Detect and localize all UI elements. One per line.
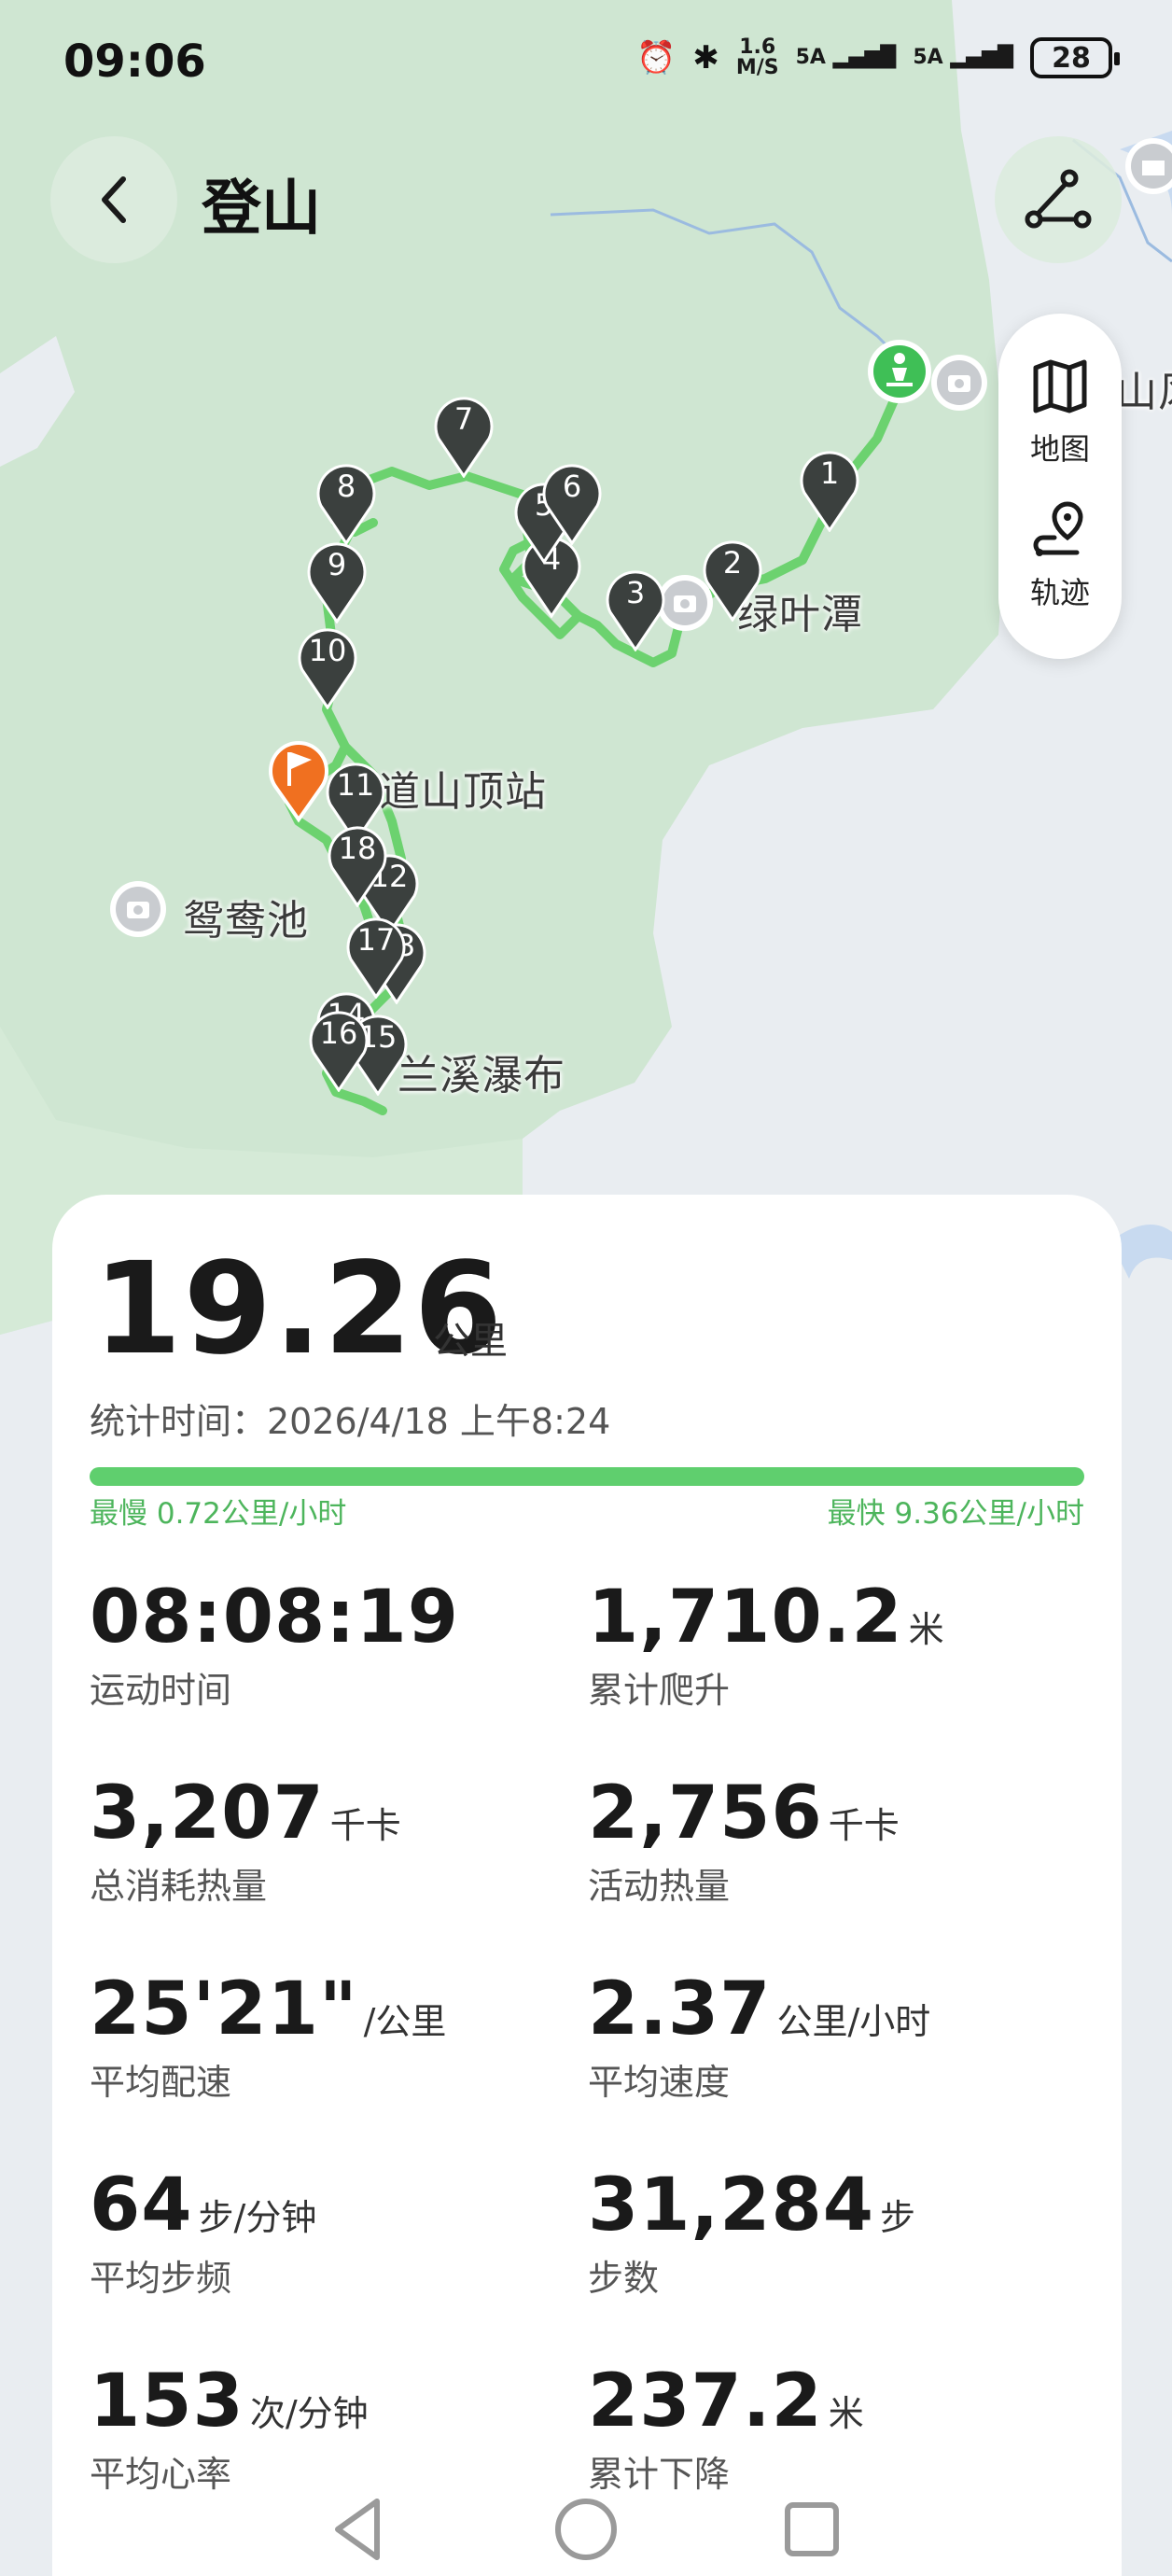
metric-label: 总消耗热量 [90, 1866, 268, 1907]
track-button[interactable]: 轨迹 [1030, 500, 1090, 612]
page-title: 登山 [202, 175, 321, 244]
metric-value: 31,284 [588, 2163, 874, 2247]
metric-unit: 千卡 [329, 1805, 401, 1846]
label-waterfall: 兰溪瀑布 [398, 1052, 565, 1099]
camera-icon[interactable] [108, 879, 168, 939]
waypoint-pin[interactable]: 18 [325, 821, 390, 907]
back-button[interactable] [50, 136, 177, 263]
waypoint-pin[interactable]: 6 [539, 459, 605, 545]
alarm-icon: ⏰ [636, 39, 677, 77]
metric-label: 步数 [588, 2258, 660, 2299]
label-edge: 山风 [1116, 369, 1172, 416]
metric-value: 153 [90, 2359, 244, 2443]
stat-time: 统计时间：2026/4/18 上午8:24 [90, 1401, 611, 1442]
status-icons: ⏰ ✱ 1.6 M/S 5A ▂▄▆█ 5A ▂▄▆█ 28 [636, 35, 1120, 79]
camera-icon[interactable] [929, 353, 989, 413]
metric-unit: 米 [828, 2393, 864, 2434]
label-station: 道山顶站 [379, 768, 547, 816]
metric-value: 3,207 [90, 1771, 325, 1855]
status-bar: 09:06 ⏰ ✱ 1.6 M/S 5A ▂▄▆█ 5A ▂▄▆█ 28 [0, 0, 1172, 131]
metric-active-calories: 2,756 千卡 活动热量 [588, 1771, 1073, 1909]
metric-unit: 次/分钟 [249, 2393, 369, 2434]
track-label: 轨迹 [1029, 575, 1090, 610]
metric-unit: /公里 [363, 2001, 447, 2042]
metric-pace: 25'21"/公里 平均配速 [90, 1967, 575, 2105]
metric-label: 累计爬升 [588, 1670, 731, 1711]
status-time: 09:06 [63, 35, 206, 88]
metric-duration: 08:08:19 运动时间 [90, 1575, 575, 1713]
map-layer-label: 地图 [1029, 431, 1090, 467]
signal-icon: 5A ▂▄▆█ [795, 46, 897, 69]
waypoint-pin[interactable]: 9 [304, 538, 370, 623]
metric-unit: 千卡 [828, 1805, 900, 1846]
speed-range-bar [90, 1467, 1084, 1486]
map-layer-button[interactable]: 地图 [1030, 357, 1090, 469]
metric-unit: 步/分钟 [198, 2197, 317, 2238]
metric-avg-speed: 2.37 公里/小时 平均速度 [588, 1967, 1073, 2105]
map-layer-panel: 地图 轨迹 [998, 314, 1122, 659]
metric-unit: 步 [880, 2197, 916, 2238]
system-nav-bar [0, 2464, 1172, 2576]
metric-cadence: 64 步/分钟 平均步频 [90, 2163, 575, 2301]
metric-value: 2,756 [588, 1771, 823, 1855]
metric-value: 237.2 [588, 2359, 823, 2443]
metric-value: 1,710.2 [588, 1575, 903, 1659]
nav-recents-icon[interactable] [774, 2492, 849, 2567]
metric-label: 平均步频 [90, 2258, 232, 2299]
label-pond: 鸳鸯池 [183, 897, 309, 945]
nav-home-icon[interactable] [549, 2492, 623, 2567]
metric-value: 64 [90, 2163, 193, 2247]
distance-unit: 公里 [433, 1320, 508, 1363]
waypoint-pin[interactable]: 8 [314, 459, 379, 545]
route-button[interactable] [995, 136, 1122, 263]
slowest-speed: 最慢 0.72公里/小时 [90, 1497, 347, 1531]
metric-steps: 31,284 步 步数 [588, 2163, 1073, 2301]
workout-summary-card[interactable]: 19.26 公里 统计时间：2026/4/18 上午8:24 最慢 0.72公里… [52, 1195, 1122, 2576]
network-speed: 1.6 M/S [735, 35, 779, 79]
bluetooth-icon: ✱ [692, 39, 719, 77]
metric-unit: 公里/小时 [776, 2001, 931, 2042]
chevron-left-icon [102, 176, 126, 223]
waypoint-pin[interactable]: 3 [603, 566, 668, 651]
waypoint-pin[interactable]: 2 [700, 536, 765, 622]
route-icon [1025, 169, 1092, 229]
metric-label: 运动时间 [90, 1670, 232, 1711]
metric-value: 2.37 [588, 1967, 772, 2051]
metric-label: 平均配速 [90, 2062, 232, 2103]
map-icon [1033, 359, 1087, 413]
metric-value: 08:08:19 [90, 1575, 460, 1659]
track-icon [1033, 501, 1083, 556]
landmark-icon[interactable] [1123, 136, 1172, 196]
metric-total-calories: 3,207 千卡 总消耗热量 [90, 1771, 575, 1909]
battery-icon: 28 [1030, 37, 1120, 78]
waypoint-pin[interactable]: 10 [295, 623, 360, 709]
metric-unit: 米 [908, 1609, 944, 1650]
metric-value: 25'21" [90, 1967, 358, 2051]
metric-label: 活动热量 [588, 1866, 731, 1907]
waypoint-pin[interactable]: 7 [431, 392, 496, 478]
waypoint-pin[interactable]: 16 [306, 1006, 371, 1092]
waypoint-pin[interactable]: 1 [797, 446, 862, 532]
waypoint-pin[interactable]: 17 [343, 913, 409, 999]
nav-back-icon[interactable] [323, 2492, 398, 2567]
signal-icon: 5A ▂▄▆█ [913, 46, 1013, 69]
metric-label: 平均速度 [588, 2062, 731, 2103]
start-marker-icon[interactable] [864, 336, 935, 407]
fastest-speed: 最快 9.36公里/小时 [827, 1497, 1084, 1531]
metric-ascent: 1,710.2 米 累计爬升 [588, 1575, 1073, 1713]
